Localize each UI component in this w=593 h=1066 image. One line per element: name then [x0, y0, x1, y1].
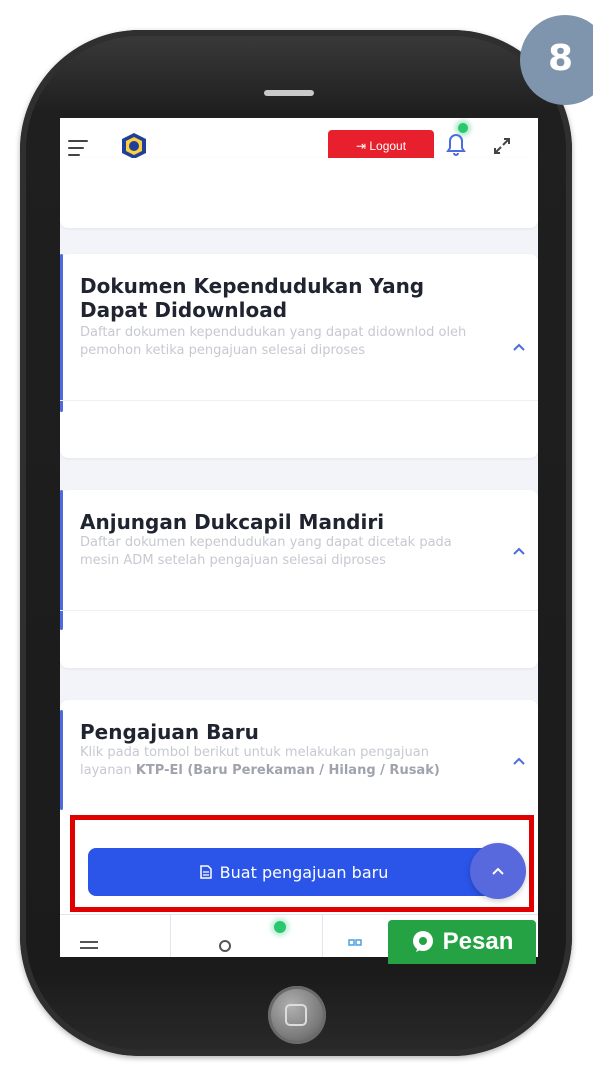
section-divider: [60, 610, 538, 611]
previous-section-card: [60, 158, 538, 228]
app-logo: [122, 133, 146, 159]
home-button-square: [285, 1004, 307, 1026]
logout-label: Logout: [369, 139, 407, 153]
section-divider: [60, 400, 538, 401]
create-button-label: Buat pengajuan baru: [219, 862, 389, 882]
nav-separator: [322, 915, 323, 957]
section-description: Daftar dokumen kependudukan yang dapat d…: [80, 325, 467, 358]
step-number: 8: [548, 38, 574, 79]
section-accent-bar: [60, 254, 63, 412]
logout-arrow-icon: ⇥: [355, 139, 370, 153]
chevron-up-icon[interactable]: [512, 756, 526, 766]
section-title: Anjungan Dukcapil Mandiri: [80, 510, 385, 534]
document-icon: [199, 865, 212, 879]
list-menu-icon[interactable]: [80, 941, 98, 949]
scroll-top-button[interactable]: [470, 843, 526, 899]
chat-button[interactable]: Pesan: [388, 920, 536, 964]
chevron-up-icon: [492, 867, 504, 875]
create-new-application-button[interactable]: Buat pengajuan baru: [88, 848, 500, 896]
section-description: Klik pada tombol berikut untuk melakukan…: [80, 745, 440, 778]
nav-separator: [170, 915, 171, 957]
section-accent-bar: [60, 490, 63, 630]
section-title: Pengajuan Baru: [80, 720, 259, 744]
phone-speaker: [264, 90, 314, 96]
notification-dot: [458, 123, 468, 133]
chevron-up-icon[interactable]: [512, 546, 526, 556]
section-card-adm: Anjungan Dukcapil Mandiri Daftar dokumen…: [60, 490, 538, 668]
notification-dot: [274, 921, 286, 933]
section-accent-bar: [60, 710, 63, 810]
section-card-downloadable: Dokumen Kependudukan Yang Dapat Didownlo…: [60, 254, 538, 458]
section-description: Daftar dokumen kependudukan yang dapat d…: [80, 535, 452, 568]
chat-label: Pesan: [442, 928, 514, 955]
grid-icon[interactable]: [348, 939, 362, 949]
chevron-up-icon[interactable]: [512, 342, 526, 352]
user-icon[interactable]: [218, 939, 232, 957]
fullscreen-expand-icon[interactable]: [492, 136, 512, 156]
section-title: Dokumen Kependudukan Yang Dapat Didownlo…: [80, 274, 425, 322]
notification-bell-icon[interactable]: [444, 130, 468, 158]
chat-bubble-icon: [412, 931, 433, 952]
